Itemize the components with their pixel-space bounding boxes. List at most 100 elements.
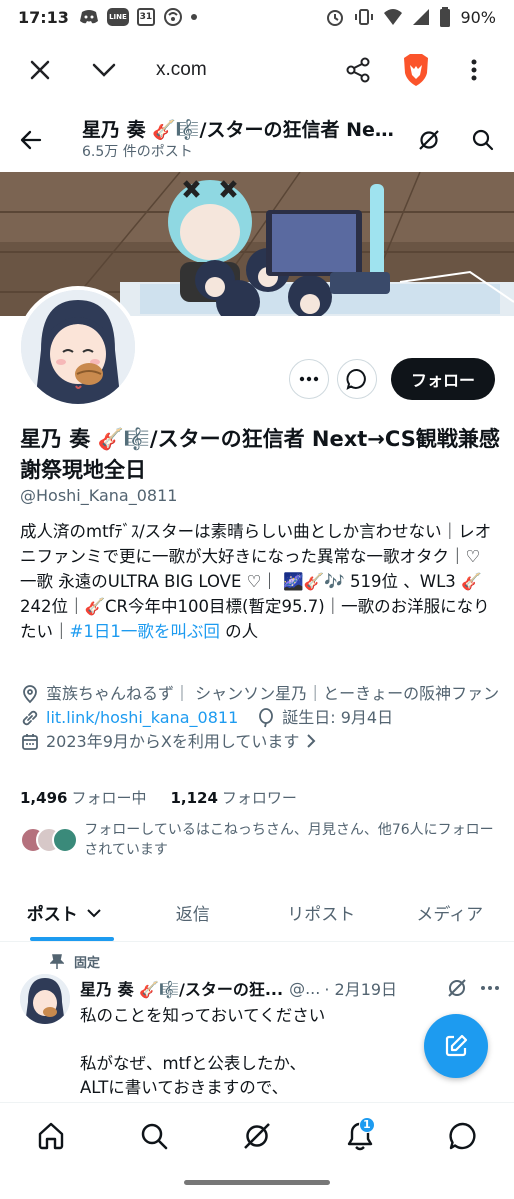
profile-avatar[interactable] xyxy=(17,286,139,408)
calendar-icon: 31 xyxy=(136,8,155,26)
close-icon xyxy=(30,60,50,80)
followed-by-text: フォローしているはこねっちさん、月見さん、他76人にフォローされています xyxy=(84,822,494,858)
browser-menu-button[interactable] xyxy=(452,48,496,92)
following-label: フォロー中 xyxy=(71,789,147,807)
line-label: LINE xyxy=(109,13,127,21)
signal-icon xyxy=(412,8,430,26)
header-titles: 星乃 奏 🎸🎼/スターの狂信者 Next→CS観戦兼感謝祭現地全日 6.5万 件… xyxy=(82,118,402,162)
tweet-body[interactable]: 私のことを知っておいてください 私がなぜ、mtfと公表したか、 ALTに書いてお… xyxy=(80,1004,410,1100)
nav-home[interactable] xyxy=(26,1111,76,1161)
bio-tail: の人 xyxy=(219,622,259,641)
calendar-day: 31 xyxy=(139,12,153,22)
display-name: 星乃 奏 🎸🎼/スターの狂信者 Next→CS観戦兼感謝祭現地全日 xyxy=(20,427,500,482)
more-options-button[interactable] xyxy=(288,359,329,399)
avatar-image xyxy=(21,290,135,404)
url-display[interactable]: x.com xyxy=(156,59,207,81)
following-link[interactable]: 1,496 フォロー中 xyxy=(20,787,146,808)
tab-posts-label: ポスト xyxy=(26,905,78,925)
grok-chat-button[interactable] xyxy=(336,359,377,399)
grok-icon xyxy=(419,130,439,150)
tweet-avatar-image xyxy=(20,974,70,1024)
tab-reposts[interactable]: リポスト xyxy=(257,884,386,941)
status-time: 17:13 xyxy=(18,7,69,27)
line-app-icon: LINE xyxy=(106,8,129,26)
follow-button[interactable]: フォロー xyxy=(390,358,495,400)
nav-grok[interactable] xyxy=(232,1111,282,1161)
followed-by-avatars xyxy=(20,827,78,853)
tweet-line: ALTに書いておきますので、 xyxy=(80,1078,289,1097)
tweet-author-handle: @... xyxy=(289,978,321,998)
chevron-down-icon xyxy=(87,908,101,917)
user-handle: @Hoshi_Kana_0811 xyxy=(20,486,178,505)
search-icon xyxy=(141,1123,168,1149)
tweet-author-name[interactable]: 星乃 奏 🎸🎼/スターの狂... xyxy=(80,976,283,1000)
joined-row[interactable]: 2023年9月からXを利用しています xyxy=(20,731,500,753)
grok-button[interactable] xyxy=(408,119,450,161)
grok-icon[interactable] xyxy=(446,977,468,999)
status-bar: 17:13 LINE 31 90% xyxy=(0,0,514,34)
search-button[interactable] xyxy=(462,119,504,161)
more-horizontal-icon[interactable] xyxy=(480,985,500,991)
followers-link[interactable]: 1,124 フォロワー xyxy=(170,787,296,808)
wifi-icon xyxy=(383,8,403,26)
post-count: 6.5万 件のポスト xyxy=(82,144,193,160)
grok-icon xyxy=(244,1122,270,1149)
back-button[interactable] xyxy=(10,119,52,161)
pinned-label: 固定 xyxy=(74,956,101,971)
tweet-avatar[interactable] xyxy=(20,974,70,1024)
tweet-line: 私がなぜ、mtfと公表したか、 xyxy=(80,1054,307,1073)
profile-header: 星乃 奏 🎸🎼/スターの狂信者 Next→CS観戦兼感謝祭現地全日 6.5万 件… xyxy=(0,106,514,174)
dot-icon xyxy=(190,14,197,20)
compose-icon xyxy=(445,1034,468,1057)
home-icon xyxy=(39,1122,64,1149)
share-icon xyxy=(346,57,370,83)
close-tab-button[interactable] xyxy=(18,48,62,92)
tweet-header-actions xyxy=(446,977,500,999)
browser-toolbar: x.com xyxy=(0,34,514,106)
status-right: 90% xyxy=(325,7,496,27)
website-birthday-row: lit.link/hoshi_kana_0811 誕生日: 9月4日 xyxy=(20,707,500,729)
tab-posts[interactable]: ポスト xyxy=(0,884,129,941)
follower-avatar xyxy=(52,827,78,853)
more-vertical-icon xyxy=(471,59,477,81)
followers-label: フォロワー xyxy=(221,789,297,807)
follow-stats: 1,496 フォロー中 1,124 フォロワー xyxy=(20,787,297,808)
location-row: 蛮族ちゃんねるず｜ シャンソン星乃｜とーきょーの阪神ファン xyxy=(20,683,500,705)
brave-shields-button[interactable] xyxy=(394,48,438,92)
pinned-indicator: 固定 xyxy=(50,952,100,971)
notification-badge: 1 xyxy=(358,1116,375,1133)
website-link[interactable]: lit.link/hoshi_kana_0811 xyxy=(46,707,238,729)
header-actions xyxy=(408,119,504,161)
profile-meta: 蛮族ちゃんねるず｜ シャンソン星乃｜とーきょーの阪神ファン lit.link/h… xyxy=(20,683,500,755)
brave-lion-icon xyxy=(404,54,428,86)
minimize-button[interactable] xyxy=(82,48,126,92)
tweet-header: 星乃 奏 🎸🎼/スターの狂... @... · 2月19日 xyxy=(80,976,500,1000)
tab-replies[interactable]: 返信 xyxy=(129,884,258,941)
status-left-icons: LINE 31 xyxy=(79,7,197,27)
nav-messages[interactable] xyxy=(438,1111,488,1161)
battery-icon xyxy=(439,7,451,27)
messages-icon xyxy=(448,1122,476,1149)
arrow-left-icon xyxy=(20,130,42,150)
profile-actions: フォロー xyxy=(288,358,495,400)
compose-button[interactable] xyxy=(424,1014,488,1078)
bottom-navigation: 1 xyxy=(0,1102,514,1168)
bio-hashtag-link[interactable]: #1日1一歌を叫ぶ回 xyxy=(70,622,220,641)
profile-tabs: ポスト 返信 リポスト メディア xyxy=(0,884,514,942)
tab-media[interactable]: メディア xyxy=(386,884,514,941)
search-icon xyxy=(472,129,494,151)
nav-notifications[interactable]: 1 xyxy=(335,1111,385,1161)
tweet-date[interactable]: · 2月19日 xyxy=(324,976,397,1000)
chat-bubble-icon xyxy=(346,369,366,390)
share-button[interactable] xyxy=(336,48,380,92)
gesture-bar[interactable] xyxy=(184,1180,330,1185)
chevron-right-icon xyxy=(307,734,316,748)
nav-search[interactable] xyxy=(129,1111,179,1161)
alarm-icon xyxy=(325,7,345,27)
hotspot-icon xyxy=(163,7,183,27)
battery-percent: 90% xyxy=(460,7,496,27)
followed-by-row[interactable]: フォローしているはこねっちさん、月見さん、他76人にフォローされています xyxy=(20,820,500,860)
tweet-line: 私のことを知っておいてください xyxy=(80,1006,326,1025)
calendar-icon xyxy=(22,734,38,750)
vibrate-icon xyxy=(354,7,374,27)
